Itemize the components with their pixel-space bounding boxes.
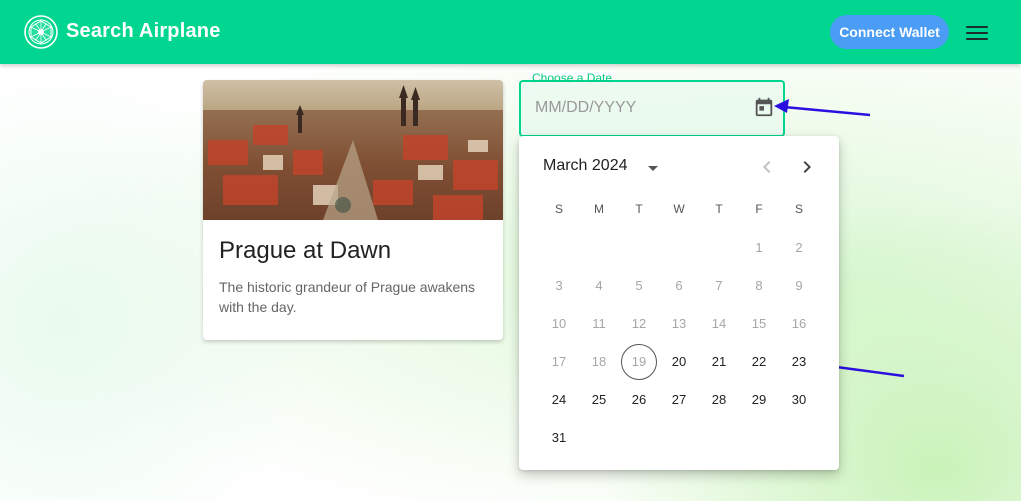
caret-down-icon[interactable] bbox=[641, 156, 665, 180]
date-picker-popup: March 2024 SMTWTFS 1 2 3 4 5 6 7 8 9 10 11 12 13 14 15… bbox=[519, 136, 839, 470]
month-year-label[interactable]: March 2024 bbox=[543, 157, 628, 175]
globe-logo-icon[interactable] bbox=[24, 15, 58, 49]
card-title: Prague at Dawn bbox=[219, 237, 392, 264]
calendar-day-5: 5 bbox=[635, 278, 643, 293]
calendar-day-18: 18 bbox=[591, 354, 607, 369]
weekday-label: M bbox=[594, 202, 604, 216]
calendar-day-9: 9 bbox=[795, 278, 803, 293]
calendar-day-23[interactable]: 23 bbox=[781, 344, 817, 380]
chevron-right-icon[interactable] bbox=[795, 155, 819, 179]
calendar-day-25[interactable]: 25 bbox=[581, 382, 617, 418]
hamburger-menu-icon[interactable] bbox=[966, 22, 988, 42]
weekday-label: T bbox=[635, 202, 643, 216]
calendar-day-30[interactable]: 30 bbox=[781, 382, 817, 418]
calendar-day-2: 2 bbox=[795, 240, 803, 255]
app-title[interactable]: Search Airplane bbox=[66, 20, 221, 43]
date-input[interactable] bbox=[533, 98, 737, 118]
weekday-label: S bbox=[794, 202, 803, 216]
calendar-day-8: 8 bbox=[755, 278, 763, 293]
calendar-day-15: 15 bbox=[751, 316, 767, 331]
calendar-day-14: 14 bbox=[711, 316, 727, 331]
calendar-day-11: 11 bbox=[592, 316, 606, 331]
calendar-day-29[interactable]: 29 bbox=[741, 382, 777, 418]
weekday-label: W bbox=[673, 202, 685, 216]
calendar-day-17: 17 bbox=[551, 354, 567, 369]
calendar-day-21[interactable]: 21 bbox=[701, 344, 737, 380]
calendar-day-1: 1 bbox=[755, 240, 763, 255]
date-field-label: Choose a Date bbox=[528, 71, 617, 85]
calendar-day-12: 12 bbox=[631, 316, 647, 331]
date-field[interactable] bbox=[519, 80, 785, 137]
calendar-day-26[interactable]: 26 bbox=[621, 382, 657, 418]
chevron-left-icon[interactable] bbox=[755, 155, 779, 179]
calendar-day-7: 7 bbox=[715, 278, 723, 293]
app-bar: Search Airplane Connect Wallet bbox=[0, 0, 1021, 64]
calendar-day-16: 16 bbox=[791, 316, 807, 331]
destination-card[interactable]: Prague at Dawn The historic grandeur of … bbox=[203, 80, 503, 340]
calendar-day-22[interactable]: 22 bbox=[741, 344, 777, 380]
calendar-day-today: 19 bbox=[621, 344, 657, 380]
calendar-day-6: 6 bbox=[675, 278, 683, 293]
calendar-day-28[interactable]: 28 bbox=[701, 382, 737, 418]
calendar-day-10: 10 bbox=[551, 316, 567, 331]
calendar-day-31[interactable]: 31 bbox=[541, 420, 577, 456]
card-description: The historic grandeur of Prague awakens … bbox=[219, 279, 476, 315]
calendar-day-24[interactable]: 24 bbox=[541, 382, 577, 418]
weekday-label: S bbox=[554, 202, 563, 216]
calendar-day-3: 3 bbox=[555, 278, 563, 293]
calendar-day-27[interactable]: 27 bbox=[661, 382, 697, 418]
calendar-day-13: 13 bbox=[671, 316, 687, 331]
weekday-label: T bbox=[715, 202, 723, 216]
prague-city-image bbox=[203, 80, 503, 220]
annotation-arrow-calendar bbox=[774, 99, 871, 117]
calendar-day-20[interactable]: 20 bbox=[661, 344, 697, 380]
weekday-label: F bbox=[755, 202, 763, 216]
connect-wallet-button[interactable]: Connect Wallet bbox=[830, 15, 949, 49]
calendar-day-4: 4 bbox=[595, 278, 603, 293]
